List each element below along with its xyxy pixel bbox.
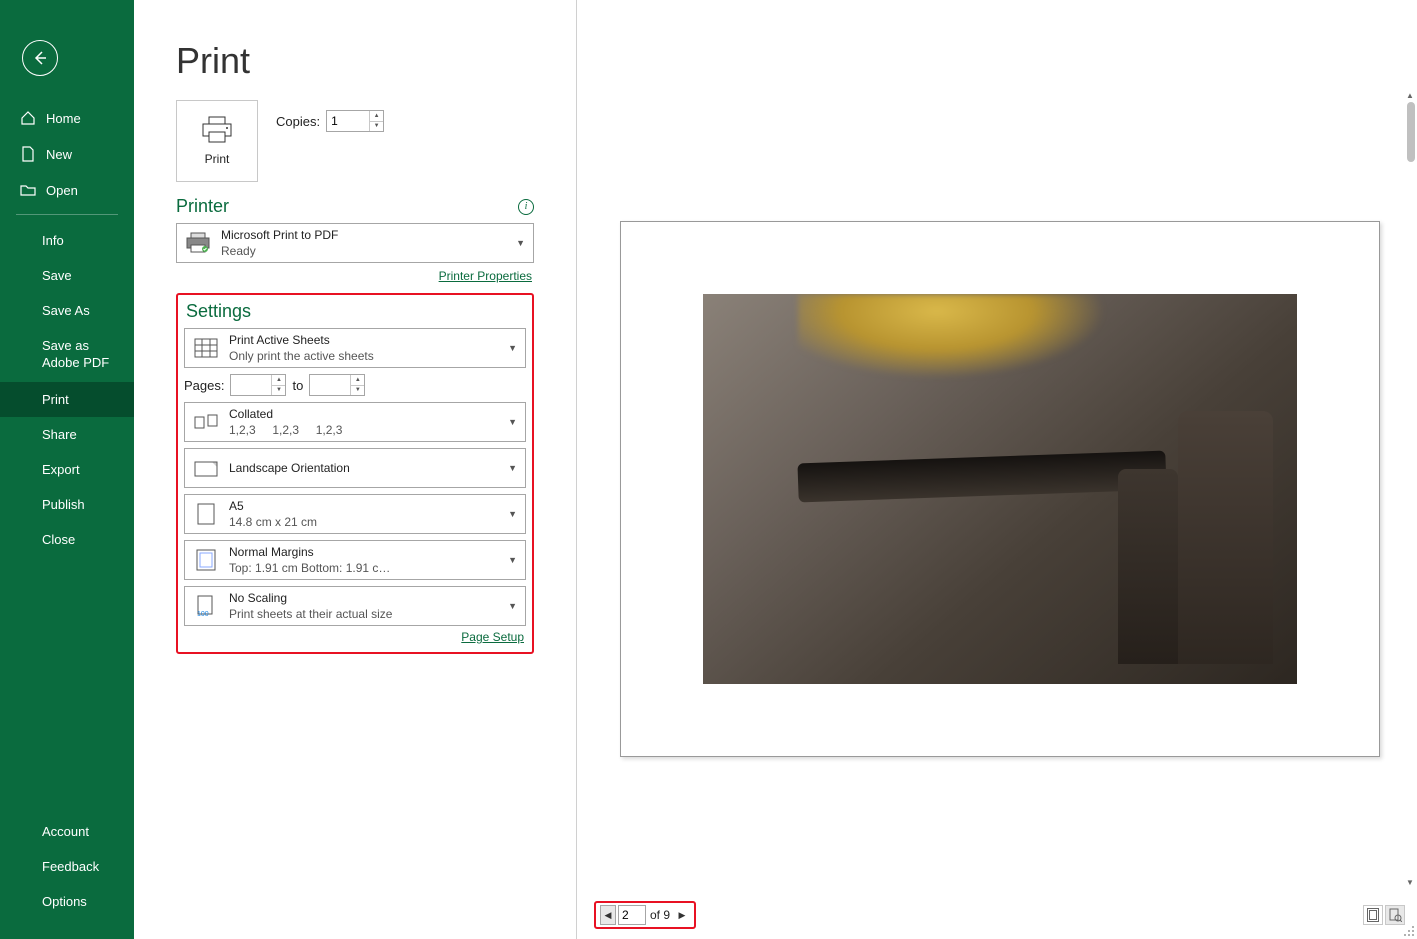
paper-size-dropdown[interactable]: A5 14.8 cm x 21 cm ▼ [184, 494, 526, 534]
paper-icon [193, 501, 219, 527]
print-button[interactable]: Print [176, 100, 258, 182]
preview-footer: ◀ of 9 ▶ [594, 899, 1405, 931]
chevron-down-icon: ▼ [508, 555, 517, 565]
open-icon [20, 182, 36, 198]
pages-from-input[interactable] [231, 375, 271, 395]
page-count-label: of 9 [650, 908, 670, 922]
next-page-button[interactable]: ▶ [674, 905, 690, 925]
scaling-dropdown[interactable]: 100 No Scaling Print sheets at their act… [184, 586, 526, 626]
home-icon [20, 110, 36, 126]
chevron-down-icon: ▼ [508, 343, 517, 353]
zoom-to-page-button[interactable] [1385, 905, 1405, 925]
vertical-separator [576, 0, 577, 939]
copies-input[interactable] [327, 111, 369, 131]
back-button[interactable] [22, 40, 58, 76]
collate-dropdown[interactable]: Collated 1,2,3 1,2,3 1,2,3 ▼ [184, 402, 526, 442]
print-button-label: Print [205, 152, 230, 166]
svg-text:100: 100 [197, 611, 209, 617]
page-navigator: ◀ of 9 ▶ [594, 901, 696, 929]
settings-section-title: Settings [186, 301, 526, 322]
pages-to-label: to [292, 378, 303, 393]
sheets-icon [193, 335, 219, 361]
copies-spinner[interactable]: ▲▼ [326, 110, 384, 132]
new-icon [20, 146, 36, 162]
print-settings-column: Print Copies: ▲▼ Printer i Microsoft Pri… [176, 100, 534, 654]
nav-new[interactable]: New [0, 136, 134, 172]
pages-to-input[interactable] [310, 375, 350, 395]
current-page-input[interactable] [618, 905, 646, 925]
nav-feedback[interactable]: Feedback [0, 849, 134, 884]
margins-icon [193, 547, 219, 573]
nav-account[interactable]: Account [0, 814, 134, 849]
nav-open[interactable]: Open [0, 172, 134, 208]
nav-divider [16, 214, 118, 215]
printer-name: Microsoft Print to PDF [221, 227, 506, 243]
settings-highlight-box: Settings Print Active Sheets Only print … [176, 293, 534, 654]
copies-label: Copies: [276, 114, 320, 129]
scroll-up-icon[interactable]: ▲ [1403, 88, 1417, 102]
page-title: Print [176, 40, 250, 82]
scroll-thumb[interactable] [1407, 102, 1415, 162]
nav-save-adobe-pdf[interactable]: Save as Adobe PDF [0, 328, 134, 382]
preview-page [620, 221, 1380, 757]
chevron-down-icon: ▼ [508, 601, 517, 611]
printer-section-title: Printer [176, 196, 229, 217]
nav-options[interactable]: Options [0, 884, 134, 919]
printer-device-icon [185, 230, 211, 256]
copies-up[interactable]: ▲ [370, 111, 383, 122]
nav-save[interactable]: Save [0, 258, 134, 293]
nav-close[interactable]: Close [0, 522, 134, 557]
collate-icon [193, 409, 219, 435]
printer-icon [200, 116, 234, 144]
resize-grip-icon[interactable] [1403, 925, 1415, 937]
printer-properties-link[interactable]: Printer Properties [439, 269, 532, 283]
margins-dropdown[interactable]: Normal Margins Top: 1.91 cm Bottom: 1.91… [184, 540, 526, 580]
printer-dropdown[interactable]: Microsoft Print to PDF Ready ▼ [176, 223, 534, 263]
pages-label: Pages: [184, 378, 224, 393]
nav-print[interactable]: Print [0, 382, 134, 417]
nav-info[interactable]: Info [0, 223, 134, 258]
chevron-down-icon: ▼ [508, 463, 517, 473]
pages-to-spinner[interactable]: ▲▼ [309, 374, 365, 396]
backstage-sidebar: Home New Open Info Save Save As Save as … [0, 0, 134, 939]
preview-scrollbar[interactable]: ▲ ▼ [1403, 88, 1417, 889]
show-margins-button[interactable] [1363, 905, 1383, 925]
landscape-icon [193, 455, 219, 481]
chevron-down-icon: ▼ [508, 417, 517, 427]
nav-publish[interactable]: Publish [0, 487, 134, 522]
pages-from-spinner[interactable]: ▲▼ [230, 374, 286, 396]
nav-save-as[interactable]: Save As [0, 293, 134, 328]
orientation-dropdown[interactable]: Landscape Orientation ▼ [184, 448, 526, 488]
printer-info-icon[interactable]: i [518, 199, 534, 215]
preview-image [703, 294, 1297, 684]
scroll-down-icon[interactable]: ▼ [1403, 875, 1417, 889]
scaling-icon: 100 [193, 593, 219, 619]
backstage-content: Print Print Copies: ▲▼ [134, 0, 1417, 939]
nav-export[interactable]: Export [0, 452, 134, 487]
printer-status: Ready [221, 243, 506, 259]
chevron-down-icon: ▼ [508, 509, 517, 519]
print-preview-area [594, 86, 1405, 891]
page-setup-link[interactable]: Page Setup [461, 630, 524, 644]
print-what-dropdown[interactable]: Print Active Sheets Only print the activ… [184, 328, 526, 368]
nav-home[interactable]: Home [0, 100, 134, 136]
copies-down[interactable]: ▼ [370, 122, 383, 132]
nav-share[interactable]: Share [0, 417, 134, 452]
chevron-down-icon: ▼ [516, 238, 525, 248]
prev-page-button[interactable]: ◀ [600, 905, 616, 925]
